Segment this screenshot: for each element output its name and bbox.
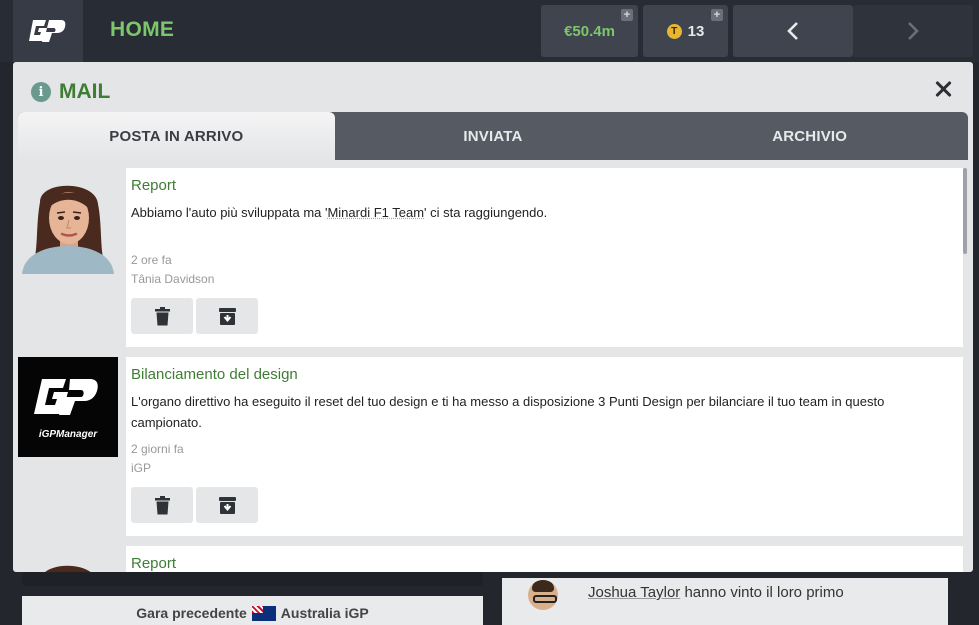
money-value: €50.4m <box>564 22 615 40</box>
archive-icon <box>218 307 236 325</box>
money-button[interactable]: €50.4m + <box>541 5 638 57</box>
chevron-left-icon <box>787 22 798 40</box>
scrollbar[interactable] <box>963 168 967 254</box>
archive-icon <box>218 496 236 514</box>
mail-subject[interactable]: Report <box>131 555 957 572</box>
mail-card[interactable]: Report Abbiamo l'auto più sviluppata ma … <box>126 168 963 347</box>
tokens-value: 13 <box>687 22 705 40</box>
top-bar: HOME €50.4m + T 13 + <box>0 0 979 62</box>
mail-card[interactable]: Report <box>126 546 963 572</box>
mail-sender: Tânia Davidson <box>131 272 215 286</box>
archive-button[interactable] <box>196 487 258 523</box>
news-text: Joshua Taylor hanno vinto il loro primo <box>588 582 928 604</box>
woman-avatar <box>18 174 118 274</box>
mail-body-text: Abbiamo l'auto più sviluppata ma ' <box>131 205 328 220</box>
tab-inbox[interactable]: POSTA IN ARRIVO <box>18 112 335 160</box>
australia-flag-icon <box>251 606 276 621</box>
chevron-right-icon <box>908 22 919 40</box>
mail-actions <box>131 298 957 334</box>
previous-race-panel[interactable]: Gara precedente Australia iGP <box>22 596 483 625</box>
mail-body-text: ' ci sta raggiungendo. <box>424 205 548 220</box>
trash-icon <box>154 306 170 325</box>
info-icon[interactable]: i <box>31 82 51 102</box>
igp-logo-icon[interactable] <box>13 0 83 62</box>
nav-prev-button[interactable] <box>733 5 853 57</box>
delete-button[interactable] <box>131 487 193 523</box>
previous-race-label: Gara precedente <box>136 605 247 621</box>
news-body: hanno vinto il loro primo <box>684 584 844 601</box>
mail-actions <box>131 487 957 523</box>
tokens-button[interactable]: T 13 + <box>643 5 728 57</box>
woman-avatar <box>18 554 118 572</box>
mail-body: L'organo direttivo ha eseguito il reset … <box>131 394 885 430</box>
trash-icon <box>154 495 170 514</box>
previous-race-name: Australia iGP <box>280 605 369 621</box>
close-icon[interactable] <box>933 79 953 99</box>
mail-card[interactable]: Bilanciamento del design L'organo dirett… <box>126 357 963 536</box>
token-icon: T <box>666 23 682 39</box>
tab-sent[interactable]: INVIATA <box>335 112 652 160</box>
tab-archive[interactable]: ARCHIVIO <box>651 112 968 160</box>
modal-header: i MAIL <box>13 62 973 112</box>
mail-tabs: POSTA IN ARRIVO INVIATA ARCHIVIO <box>18 112 968 160</box>
mail-time: 2 giorni fa <box>131 442 184 456</box>
mail-subject[interactable]: Report <box>131 177 957 194</box>
mail-modal: i MAIL POSTA IN ARRIVO INVIATA ARCHIVIO <box>13 62 973 572</box>
logo-text: iGPManager <box>39 429 98 440</box>
mail-list[interactable]: Report Abbiamo l'auto più sviluppata ma … <box>13 160 973 572</box>
driver-avatar <box>528 580 558 610</box>
mail-body: Abbiamo l'auto più sviluppata ma 'Minard… <box>131 202 957 223</box>
delete-button[interactable] <box>131 298 193 334</box>
team-link[interactable]: Minardi F1 Team <box>327 205 424 220</box>
page-title[interactable]: HOME <box>110 18 174 42</box>
modal-title: MAIL <box>59 80 111 103</box>
news-driver-link[interactable]: Joshua Taylor <box>588 584 680 601</box>
nav-next-button[interactable] <box>853 5 973 57</box>
archive-button[interactable] <box>196 298 258 334</box>
mail-subject[interactable]: Bilanciamento del design <box>131 366 957 383</box>
igp-logo: iGPManager <box>18 357 118 457</box>
mail-time: 2 ore fa <box>131 253 172 267</box>
mail-sender: iGP <box>131 461 152 475</box>
plus-icon[interactable]: + <box>621 9 633 21</box>
plus-icon[interactable]: + <box>711 9 723 21</box>
